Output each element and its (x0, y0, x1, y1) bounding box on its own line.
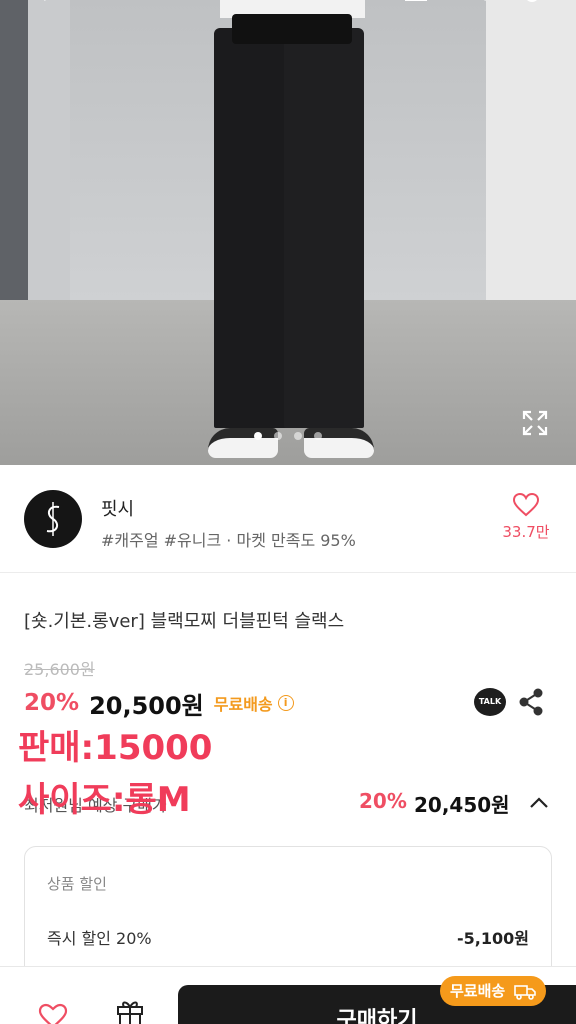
expected-discount: 20% (359, 789, 407, 813)
sale-price: 20,500원 (89, 691, 204, 720)
pants-right-leg (284, 28, 364, 428)
image-wall-right (486, 0, 576, 330)
seller-like-button[interactable]: 33.7만 (500, 493, 552, 545)
truck-icon (514, 984, 537, 1000)
carousel-dot (314, 432, 322, 440)
search-icon[interactable] (472, 0, 496, 10)
carousel-dot (274, 432, 282, 440)
seller-logo-icon (46, 502, 60, 536)
seller-like-count: 33.7만 (502, 523, 550, 541)
product-title: [숏.기본.롱ver] 블랙모찌 더블핀턱 슬랙스 (24, 611, 345, 632)
overlay-sales-note: 판매:15000 (18, 728, 213, 768)
heart-icon (513, 493, 539, 517)
free-shipping-badge: 무료배송 (440, 976, 546, 1006)
seller-row[interactable]: 핏시 #캐주얼 #유니크 · 마켓 만족도 95% 33.7만 (0, 465, 576, 573)
instant-discount-value: -5,100원 (457, 929, 529, 948)
original-price: 25,600원 (24, 660, 95, 679)
cart-icon[interactable] (520, 0, 544, 10)
pants-waistband (232, 14, 352, 44)
seller-avatar[interactable] (24, 490, 82, 548)
gift-icon[interactable] (114, 997, 146, 1024)
overlay-size-note: 사이즈:롱M (18, 780, 191, 820)
carousel-dot (294, 432, 302, 440)
image-wall-edge (0, 0, 28, 310)
discount-rate: 20% (24, 690, 80, 716)
discount-box-title: 상품 할인 (47, 875, 107, 893)
kakao-talk-button[interactable]: TALK (474, 688, 506, 716)
seller-tags: #캐주얼 #유니크 · 마켓 만족도 95% (101, 531, 356, 550)
product-image-carousel[interactable] (0, 0, 576, 465)
free-shipping-label: 무료배송 (213, 695, 273, 714)
carousel-indicator (0, 425, 576, 444)
expand-icon[interactable] (522, 410, 548, 436)
wishlist-heart-icon[interactable] (38, 1003, 68, 1024)
back-icon[interactable] (36, 0, 60, 10)
chevron-up-icon[interactable] (528, 792, 550, 814)
expected-price: 20,450원 (414, 793, 510, 817)
price-row: 20% 20,500원 무료배송 i (24, 686, 294, 720)
pants-left-leg (214, 28, 290, 428)
instant-discount-label: 즉시 할인 20% (47, 929, 152, 948)
share-icon[interactable] (518, 688, 544, 716)
free-shipping-badge-label: 무료배송 (450, 982, 506, 1000)
info-icon[interactable]: i (277, 695, 294, 711)
seller-name[interactable]: 핏시 (101, 495, 134, 521)
carousel-dot (254, 432, 262, 440)
discount-detail-box: 상품 할인 즉시 할인 20% -5,100원 (24, 846, 552, 986)
home-icon[interactable] (404, 0, 428, 10)
